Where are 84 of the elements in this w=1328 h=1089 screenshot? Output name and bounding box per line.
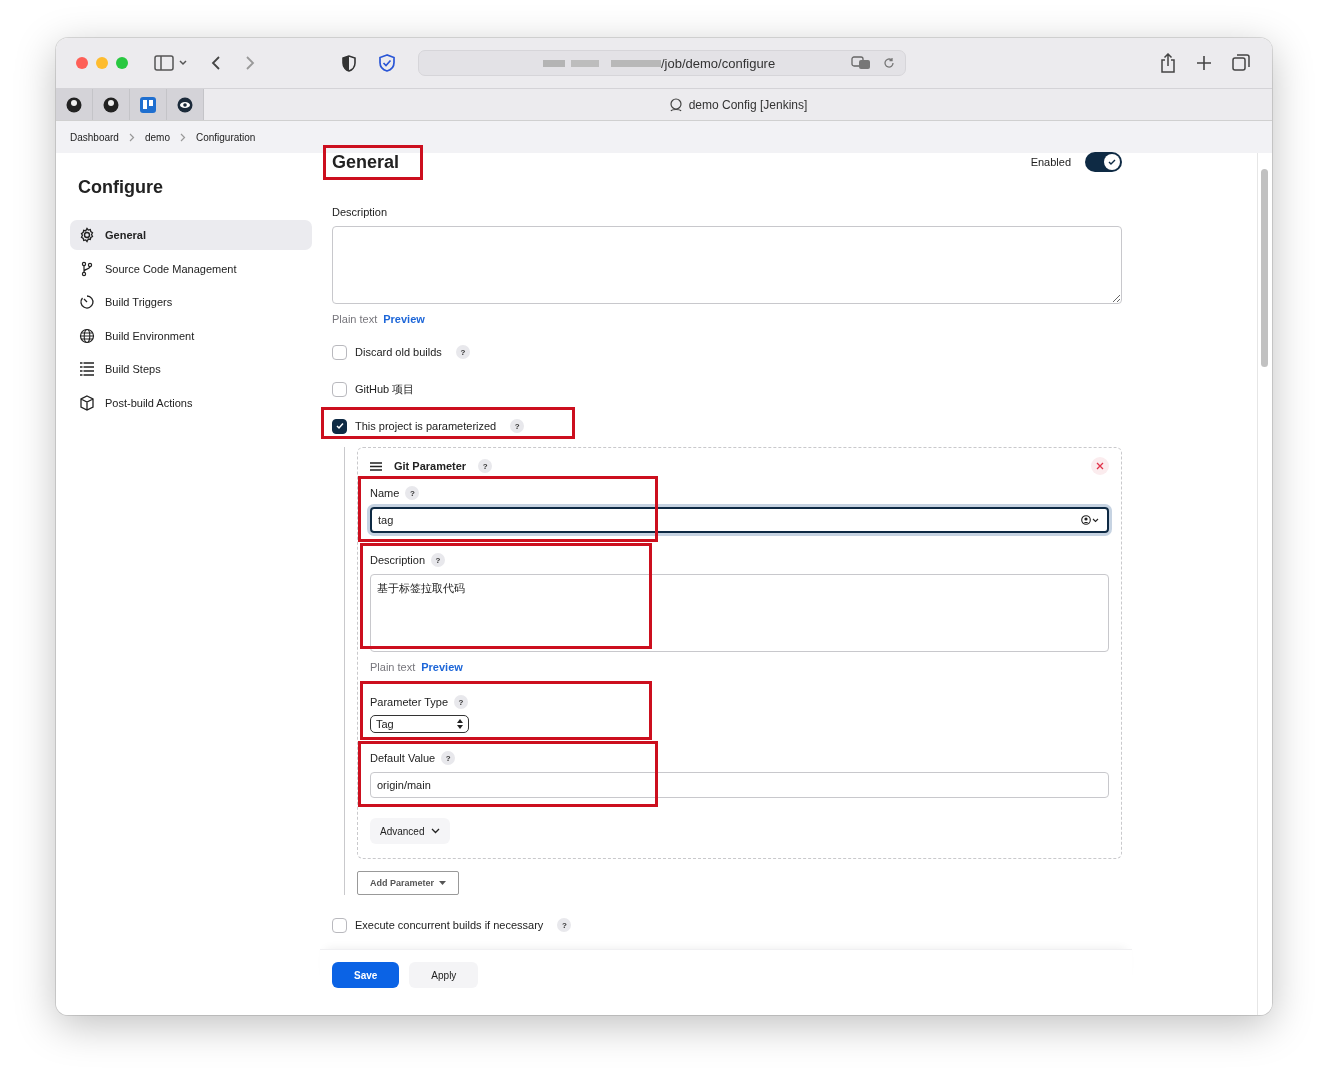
stepper-caret-icon [457,719,463,729]
checkbox-label: Discard old builds [355,346,442,358]
apply-button[interactable]: Apply [409,962,479,988]
checkbox[interactable] [332,381,347,397]
pinned-tab[interactable] [93,89,130,120]
parameter-title: Git Parameter [394,460,467,472]
blurred-text-drawing [611,58,661,68]
preview-link[interactable]: Preview [383,313,425,325]
breadcrumb-link[interactable]: demo [144,131,170,143]
branch-icon [79,260,95,277]
sidebar-item[interactable]: Build Environment [70,320,312,351]
check-icon [1108,158,1116,166]
share-icon[interactable] [1160,53,1176,73]
sidebar-toggle-icon[interactable] [154,55,188,71]
package-icon [79,394,95,411]
page-title: Configure [78,177,164,198]
save-button[interactable]: Save [332,962,400,988]
translate-icon[interactable] [851,56,871,70]
shield-check-icon[interactable] [378,54,396,72]
close-icon [1096,462,1104,470]
breadcrumb-link[interactable]: Configuration [195,131,256,143]
tabs-overview-icon[interactable] [1232,54,1250,72]
checkbox[interactable] [332,418,347,434]
sidebar-item[interactable]: Post-build Actions [70,387,312,418]
help-badge[interactable]: ? [454,695,469,709]
format-label: Plain text [332,313,378,325]
autofill-icon [1081,515,1099,525]
text-field[interactable]: tag [370,507,1109,533]
new-tab-icon[interactable] [1196,55,1212,71]
field-label: Description [332,206,389,218]
eye-logo-icon [177,96,193,113]
shield-icon[interactable] [342,54,356,72]
blurred-text-drawing [543,58,599,68]
preview-link[interactable]: Preview [421,661,463,673]
sidebar-item[interactable]: Build Steps [70,354,312,384]
reload-icon[interactable] [883,57,895,69]
text-field[interactable]: origin/main [370,772,1109,798]
section-title: General [332,153,400,171]
chevron-down-icon [431,828,441,834]
description-field[interactable] [332,226,1122,304]
gear-icon [79,227,95,243]
browser-tab[interactable]: demo Config [Jenkins] [204,89,1272,120]
back-icon[interactable] [210,55,222,71]
help-badge[interactable]: ? [478,459,493,473]
chevron-right-icon [128,132,135,142]
pinned-tab[interactable] [167,89,204,120]
globe-icon [79,327,95,344]
drag-handle-icon[interactable] [370,461,382,471]
help-badge[interactable]: ? [405,486,420,500]
dropdown[interactable]: Tag [370,715,469,733]
close-window-icon[interactable] [76,57,88,69]
caret-icon [439,881,447,885]
toggle-label: Enabled [1030,156,1071,168]
sidebar-item[interactable]: Source Code Management [70,253,312,284]
checkbox-label: This project is parameterized [355,420,497,432]
field-label: Name [370,487,400,499]
delete-button[interactable] [1091,457,1109,475]
checkbox-label: Execute concurrent builds if necessary [355,919,544,931]
help-badge[interactable]: ? [510,419,525,433]
advanced-button[interactable]: Advanced [370,818,451,844]
checkbox-label: GitHub 项目 [355,381,415,397]
list-icon [79,361,95,377]
address-bar[interactable]: /job/demo/configure [418,50,906,76]
field-label: Default Value [370,752,436,764]
sidebar-item[interactable]: General [70,220,312,250]
board-logo-icon [140,96,156,113]
checkbox[interactable] [332,344,347,360]
text-area[interactable]: 基于标签拉取代码 [370,574,1109,652]
sidebar-item[interactable]: Build Triggers [70,287,312,317]
checkbox[interactable] [332,917,347,933]
enabled-switch[interactable] [1085,152,1122,172]
help-badge[interactable]: ? [441,751,456,765]
chevron-right-icon [179,132,186,142]
field-label: Description [370,554,426,566]
breadcrumb-link[interactable]: Dashboard [70,131,119,143]
add-parameter-button[interactable]: Add Parameter [357,871,460,895]
field-label: Parameter Type [370,696,449,708]
format-label: Plain text [370,661,416,673]
help-badge[interactable]: ? [455,345,470,359]
timer-icon [79,294,95,310]
check-icon [334,421,345,431]
pinned-tab[interactable] [56,89,93,120]
help-badge[interactable]: ? [431,553,446,567]
help-badge[interactable]: ? [557,918,572,932]
